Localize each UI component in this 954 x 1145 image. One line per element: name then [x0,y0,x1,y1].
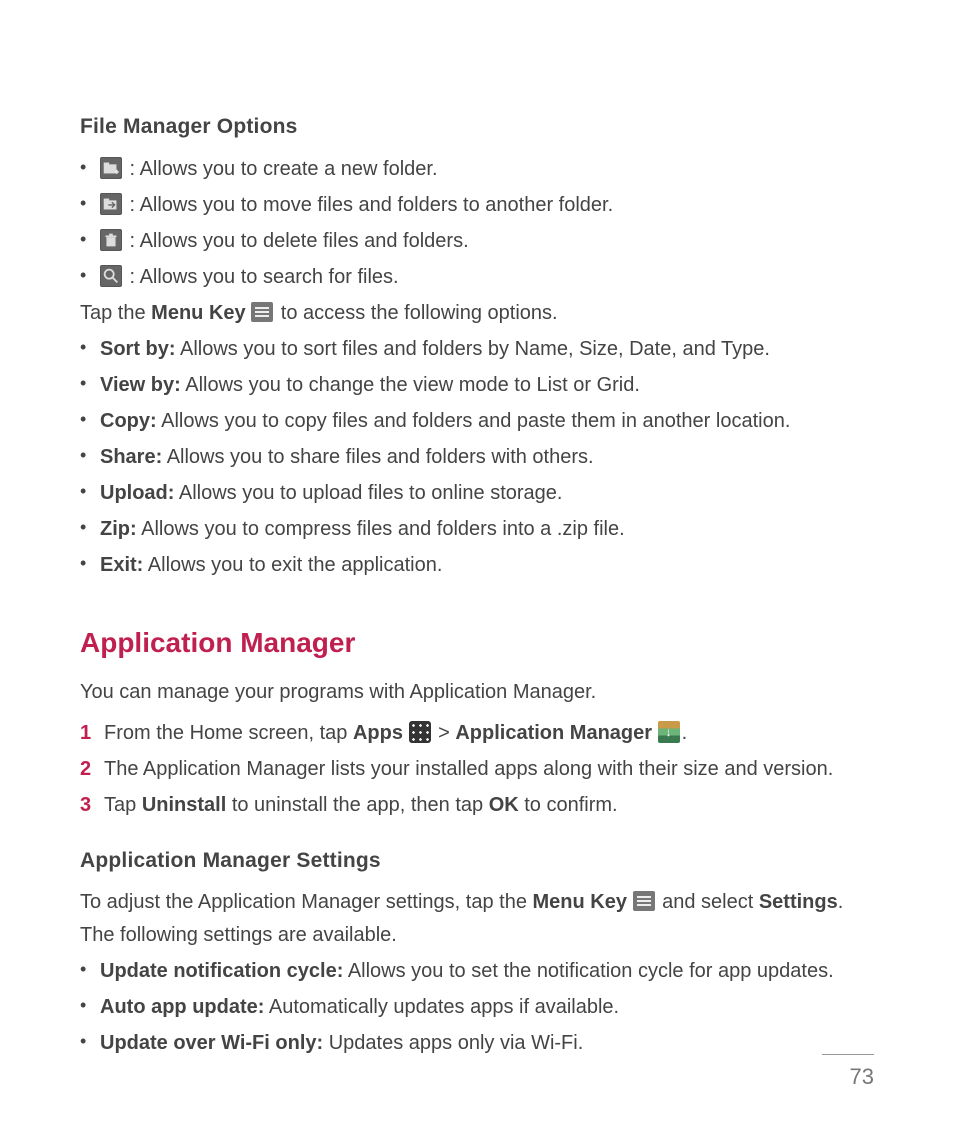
menu-key-label: Menu Key [151,302,245,324]
application-manager-icon [658,721,680,743]
option-label: View by: [100,374,181,396]
menu-options-list: Sort by: Allows you to sort files and fo… [80,333,874,582]
option-text: Allows you to sort files and folders by … [176,338,770,360]
text: . [682,722,688,744]
list-item: Zip: Allows you to compress files and fo… [80,513,874,546]
manual-page: File Manager Options + : Allows you to c… [0,0,954,1145]
item-text: : Allows you to delete files and folders… [124,230,469,252]
step-2: The Application Manager lists your insta… [80,753,874,786]
option-text: Allows you to compress files and folders… [137,518,625,540]
new-folder-icon: + [100,157,122,179]
item-text: : Allows you to search for files. [124,266,399,288]
list-item: : Allows you to delete files and folders… [80,225,874,258]
settings-label: Settings [759,891,838,913]
menu-key-icon [251,302,273,322]
option-label: Exit: [100,554,143,576]
text: From the Home screen, tap [104,722,353,744]
list-item: : Allows you to move files and folders t… [80,189,874,222]
option-text: Allows you to change the view mode to Li… [181,374,640,396]
move-icon [100,193,122,215]
item-text: : Allows you to move files and folders t… [124,194,613,216]
file-manager-icon-list: + : Allows you to create a new folder. :… [80,153,874,294]
list-item: Exit: Allows you to exit the application… [80,549,874,582]
list-item: + : Allows you to create a new folder. [80,153,874,186]
list-item: Copy: Allows you to copy files and folde… [80,405,874,438]
tap-menu-line: Tap the Menu Key to access the following… [80,297,874,330]
list-item: Update over Wi-Fi only: Updates apps onl… [80,1027,874,1060]
option-text: Allows you to share files and folders wi… [162,446,593,468]
list-item: Auto app update: Automatically updates a… [80,991,874,1024]
text: Tap [104,794,142,816]
option-label: Share: [100,446,162,468]
app-manager-steps: From the Home screen, tap Apps > Applica… [80,717,874,822]
option-label: Copy: [100,410,157,432]
list-item: Update notification cycle: Allows you to… [80,955,874,988]
option-label: Zip: [100,518,137,540]
app-manager-settings-heading: Application Manager Settings [80,844,874,879]
text: Tap the [80,302,151,324]
text: and select [657,891,759,913]
apps-label: Apps [353,722,403,744]
text: to access the following options. [275,302,557,324]
option-label: Upload: [100,482,174,504]
svg-text:+: + [115,167,120,176]
application-manager-heading: Application Manager [80,620,874,666]
search-icon [100,265,122,287]
list-item: Upload: Allows you to upload files to on… [80,477,874,510]
step-1: From the Home screen, tap Apps > Applica… [80,717,874,750]
setting-label: Update over Wi-Fi only: [100,1032,323,1054]
text: > [433,722,456,744]
list-item: Sort by: Allows you to sort files and fo… [80,333,874,366]
app-manager-label: Application Manager [455,722,652,744]
menu-key-label: Menu Key [533,891,627,913]
page-number: 73 [822,1054,874,1095]
app-manager-settings-list: Update notification cycle: Allows you to… [80,955,874,1060]
file-manager-options-heading: File Manager Options [80,110,874,145]
setting-label: Update notification cycle: [100,960,343,982]
text: To adjust the Application Manager settin… [80,891,533,913]
text: to uninstall the app, then tap [226,794,488,816]
step-3: Tap Uninstall to uninstall the app, then… [80,789,874,822]
list-item: View by: Allows you to change the view m… [80,369,874,402]
option-text: Allows you to exit the application. [143,554,442,576]
apps-icon [409,721,431,743]
text: to confirm. [519,794,618,816]
app-manager-intro: You can manage your programs with Applic… [80,676,874,709]
setting-text: Updates apps only via Wi-Fi. [323,1032,583,1054]
option-label: Sort by: [100,338,176,360]
uninstall-label: Uninstall [142,794,226,816]
app-manager-settings-intro: To adjust the Application Manager settin… [80,886,874,952]
menu-key-icon [633,891,655,911]
setting-text: Allows you to set the notification cycle… [343,960,833,982]
ok-label: OK [489,794,519,816]
setting-label: Auto app update: [100,996,264,1018]
list-item: : Allows you to search for files. [80,261,874,294]
list-item: Share: Allows you to share files and fol… [80,441,874,474]
delete-icon [100,229,122,251]
option-text: Allows you to upload files to online sto… [174,482,562,504]
setting-text: Automatically updates apps if available. [264,996,619,1018]
option-text: Allows you to copy files and folders and… [157,410,791,432]
item-text: : Allows you to create a new folder. [124,158,438,180]
